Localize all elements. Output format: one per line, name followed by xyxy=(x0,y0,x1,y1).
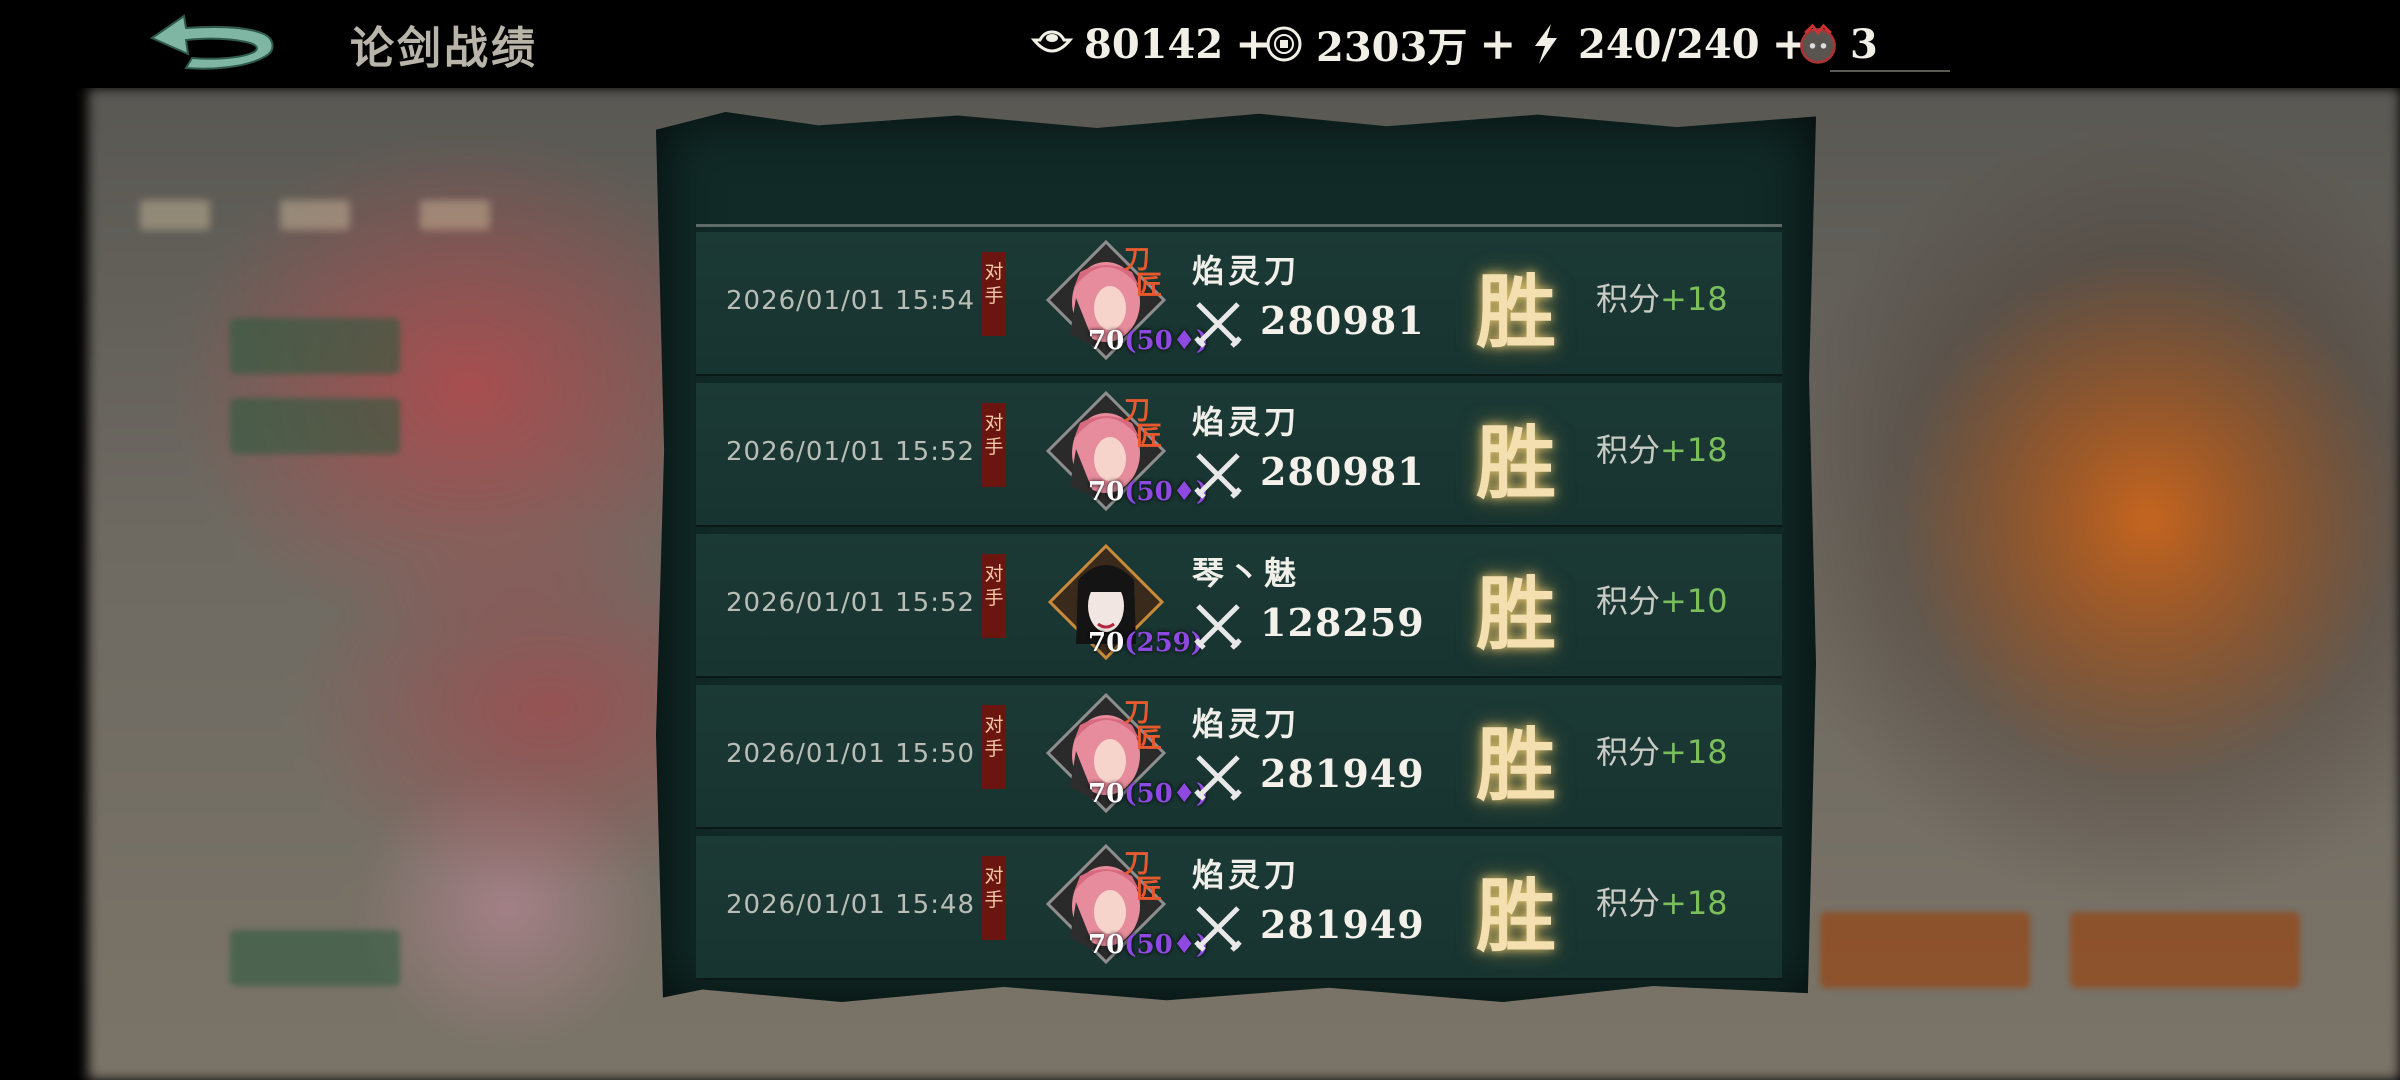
record-time: 2026/01/01 15:52 xyxy=(726,437,976,467)
score-change: 积分+18 xyxy=(1596,431,1728,469)
resource-stamina[interactable]: 240/240 + xyxy=(1524,18,1808,70)
svg-text:匠: 匠 xyxy=(1136,724,1162,754)
opponent-level: 70(50♦) xyxy=(1088,477,1209,507)
opponent-level: 70(50♦) xyxy=(1088,326,1209,356)
opponent-power: 280981 xyxy=(1260,298,1425,343)
bg-blur-button xyxy=(230,398,400,454)
svg-text:匠: 匠 xyxy=(1136,422,1162,452)
opponent-tag: 对手 xyxy=(982,252,1006,336)
resource-token-value: 3 xyxy=(1850,20,1878,68)
battle-record-row[interactable]: 2026/01/01 15:54 对手 刀 匠 70(50♦) 焰灵刀 2809… xyxy=(696,232,1782,376)
record-time: 2026/01/01 15:50 xyxy=(726,739,976,769)
bg-blur-button xyxy=(230,318,400,374)
opponent-tag: 对手 xyxy=(982,403,1006,487)
battle-record-row[interactable]: 2026/01/01 15:52 对手 刀 匠 70(50♦) 焰灵刀 2809… xyxy=(696,383,1782,527)
win-result: 胜 xyxy=(1476,265,1556,359)
opponent-name: 焰灵刀 xyxy=(1192,252,1301,290)
opponent-tag: 对手 xyxy=(982,554,1006,638)
resource-underline xyxy=(1830,70,1950,72)
back-button[interactable] xyxy=(146,12,278,78)
screen: { "header": { "title": "论剑战绩", "back_ico… xyxy=(0,0,2400,1080)
resource-coin-value: 2303万 xyxy=(1316,24,1468,71)
opponent-name: 焰灵刀 xyxy=(1192,856,1301,894)
resource-silver[interactable]: 80142 + xyxy=(1030,18,1272,70)
resource-silver-value: 80142 xyxy=(1084,20,1224,68)
opponent-tag: 对手 xyxy=(982,856,1006,940)
back-arrow-icon xyxy=(149,14,274,70)
opponent-name: 焰灵刀 xyxy=(1192,705,1301,743)
opponent-tag: 对手 xyxy=(982,705,1006,789)
record-time: 2026/01/01 15:52 xyxy=(726,588,976,618)
coin-icon xyxy=(1262,22,1306,66)
page-title: 论剑战绩 xyxy=(350,23,538,74)
opponent-name: 琴丶魅 xyxy=(1192,554,1301,592)
opponent-level: 70(50♦) xyxy=(1088,779,1209,809)
add-coin-button[interactable]: + xyxy=(1479,19,1516,70)
top-bar: 论剑战绩 80142 + 2303万 + 240/240 + 3 xyxy=(0,0,2400,88)
bg-blur-button xyxy=(2070,912,2300,988)
record-time: 2026/01/01 15:54 xyxy=(726,286,976,316)
bg-blur-mark xyxy=(420,200,490,230)
opponent-power: 281949 xyxy=(1260,902,1425,947)
battle-record-row[interactable]: 2026/01/01 15:48 对手 刀 匠 70(50♦) 焰灵刀 2819… xyxy=(696,836,1782,980)
opponent-level: 70(50♦) xyxy=(1088,930,1209,960)
score-change: 积分+18 xyxy=(1596,884,1728,922)
opponent-power: 128259 xyxy=(1260,600,1425,645)
win-result: 胜 xyxy=(1476,567,1556,661)
score-change: 积分+18 xyxy=(1596,280,1728,318)
crossed-swords-icon xyxy=(1194,453,1242,499)
score-change: 积分+10 xyxy=(1596,582,1728,620)
silver-ingot-icon xyxy=(1030,22,1074,66)
crossed-swords-icon xyxy=(1194,604,1242,650)
svg-text:匠: 匠 xyxy=(1136,271,1162,301)
mask-token-icon xyxy=(1796,22,1840,66)
battle-record-panel: 2026/01/01 15:54 对手 刀 匠 70(50♦) 焰灵刀 2809… xyxy=(656,112,1816,1002)
win-result: 胜 xyxy=(1476,416,1556,510)
resource-stamina-value: 240/240 xyxy=(1578,20,1760,68)
opponent-power: 280981 xyxy=(1260,449,1425,494)
resource-coin[interactable]: 2303万 + xyxy=(1262,18,1516,71)
panel-top-divider xyxy=(696,224,1782,227)
opponent-name: 焰灵刀 xyxy=(1192,403,1301,441)
battle-record-row[interactable]: 2026/01/01 15:50 对手 刀 匠 70(50♦) 焰灵刀 2819… xyxy=(696,685,1782,829)
bg-blur-mark xyxy=(280,200,350,230)
stamina-lightning-icon xyxy=(1524,22,1568,66)
resource-token[interactable]: 3 xyxy=(1796,18,1878,70)
bg-blur-mark xyxy=(140,200,210,230)
record-time: 2026/01/01 15:48 xyxy=(726,890,976,920)
crossed-swords-icon xyxy=(1194,755,1242,801)
opponent-power: 281949 xyxy=(1260,751,1425,796)
crossed-swords-icon xyxy=(1194,906,1242,952)
bg-blur-button xyxy=(230,930,400,986)
crossed-swords-icon xyxy=(1194,302,1242,348)
battle-record-row[interactable]: 2026/01/01 15:52 对手 70(259) 琴丶魅 128259 胜… xyxy=(696,534,1782,678)
win-result: 胜 xyxy=(1476,869,1556,963)
battle-record-list[interactable]: 2026/01/01 15:54 对手 刀 匠 70(50♦) 焰灵刀 2809… xyxy=(696,232,1782,1002)
score-change: 积分+18 xyxy=(1596,733,1728,771)
win-result: 胜 xyxy=(1476,718,1556,812)
svg-text:匠: 匠 xyxy=(1136,875,1162,905)
bg-blur-button xyxy=(1820,912,2030,988)
opponent-level: 70(259) xyxy=(1088,628,1204,658)
